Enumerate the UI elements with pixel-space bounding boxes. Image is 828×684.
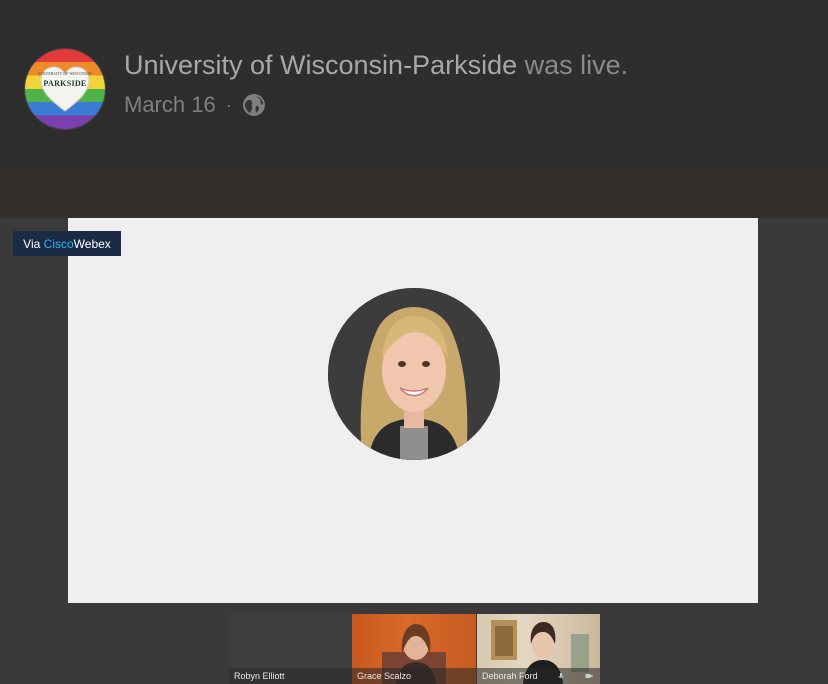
participant-name: Grace Scalzo (357, 671, 412, 681)
participant-name: Deborah Ford (482, 671, 538, 681)
participant-name-bar: Deborah Ford (477, 668, 600, 684)
participant-name-bar: Robyn Elliott (229, 668, 352, 684)
badge-product: Webex (73, 236, 111, 251)
microphone-icon (558, 673, 564, 678)
post-action-text: was live. (524, 50, 629, 80)
meta-separator: · (225, 94, 232, 115)
page-avatar[interactable]: UNIVERSITY OF WISCONSIN PARKSIDE (24, 48, 106, 130)
participant-name-bar: Grace Scalzo (352, 668, 476, 684)
badge-brand: Cisco (43, 236, 74, 251)
globe-icon[interactable] (242, 93, 266, 117)
post-date[interactable]: March 16 (124, 92, 216, 118)
logo-parkside-text: PARKSIDE (43, 79, 87, 88)
post-meta: March 16 · (124, 92, 266, 118)
participant-name: Robyn Elliott (234, 671, 285, 681)
page-name-link[interactable]: University of Wisconsin-Parkside (124, 50, 517, 80)
speaker-profile-photo (328, 288, 500, 460)
post-title: University of Wisconsin-Parkside was liv… (124, 50, 628, 81)
speaker-portrait (328, 288, 500, 460)
logo-university-text: UNIVERSITY OF WISCONSIN (38, 71, 92, 76)
webex-badge: Via Cisco Webex (13, 231, 121, 256)
badge-prefix: Via (23, 236, 41, 251)
video-camera-icon (585, 674, 593, 678)
